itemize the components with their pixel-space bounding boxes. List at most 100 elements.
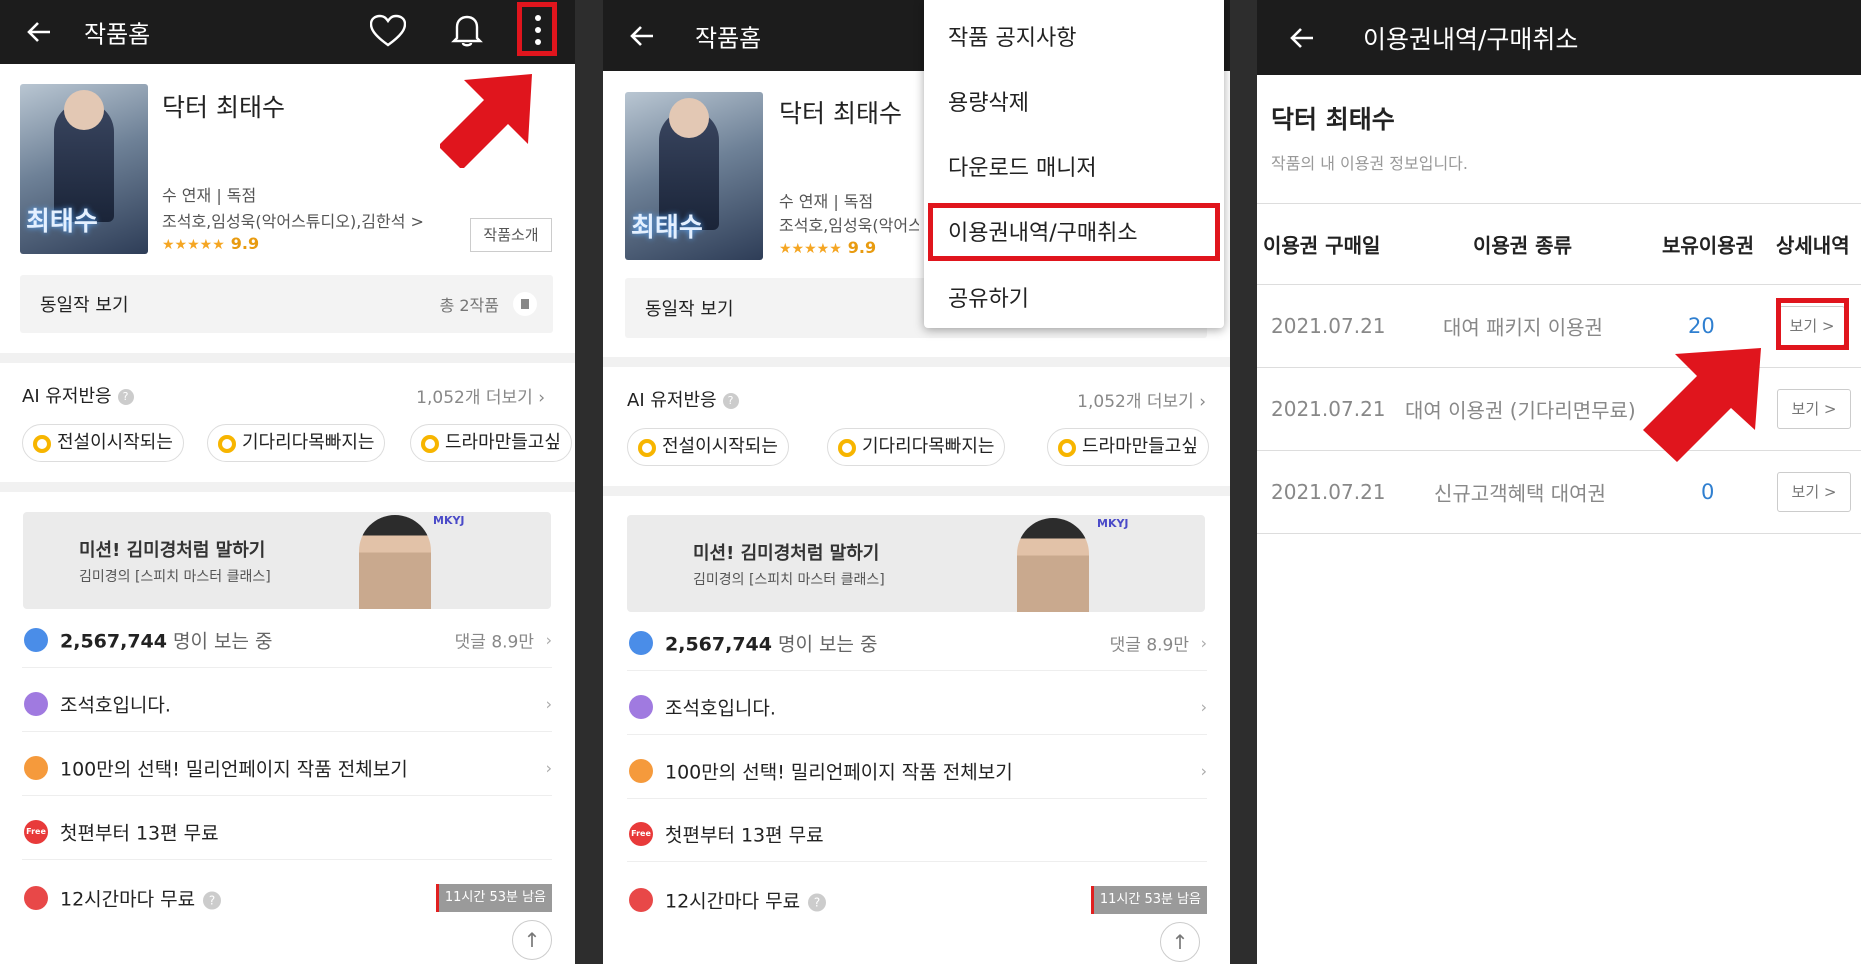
help-icon[interactable]: ? [117, 389, 134, 405]
same-works-count: 총 2작품 [439, 296, 499, 315]
timer-text: 12시간마다 무료 [60, 888, 196, 911]
back-arrow-icon[interactable] [1287, 23, 1317, 53]
heart-icon[interactable] [370, 14, 406, 48]
page-title: 작품홈 [695, 24, 762, 52]
reaction-chip[interactable]: 드라마만들고싶 [410, 424, 572, 462]
ad-banner[interactable]: 미션! 김미경처럼 말하기 김미경의 [스피치 마스터 클래스] MKYJ [23, 512, 551, 609]
reaction-chip[interactable]: 드라마만들고싶 [1047, 428, 1209, 466]
ticket-type: 대여 패키지 이용권 [1443, 315, 1603, 340]
viewers-count: 2,567,744 [60, 630, 167, 652]
page-title: 작품홈 [84, 20, 151, 49]
timer-row: 12시간마다 무료? 11시간 53분 남음 [627, 872, 1207, 928]
party-icon [629, 758, 653, 783]
divider [0, 353, 575, 363]
chevron-right-icon: › [1200, 633, 1207, 652]
free-row: Free 첫편부터 13편 무료 [627, 806, 1207, 862]
notice-row[interactable]: 조석호입니다. › [627, 679, 1207, 735]
same-works-label: 동일작 보기 [645, 299, 734, 320]
panel-work-home-menu: 작품홈 최태수 닥터 최태수 수 연재 | 독점 조석호,임성욱(악어스튜디오)… [603, 0, 1230, 964]
viewers-count: 2,567,744 [665, 633, 772, 655]
menu-item-download-manager[interactable]: 다운로드 매니저 [948, 150, 1097, 182]
highlight-box-view [1776, 298, 1849, 350]
timer-badge: 11시간 53분 남음 [435, 884, 552, 912]
timer-text: 12시간마다 무료 [665, 890, 801, 913]
chevron-right-icon: › [545, 630, 552, 649]
work-title: 닥터 최태수 [779, 99, 902, 128]
red-arrow-icon [1643, 348, 1761, 462]
bell-icon[interactable] [450, 12, 484, 48]
chevron-right-icon: › [545, 694, 552, 713]
chevron-right-icon: › [545, 758, 552, 777]
purchase-date: 2021.07.21 [1271, 397, 1386, 421]
top-bar: 이용권내역/구매취소 [1257, 0, 1861, 75]
ad-subtitle: 김미경의 [스피치 마스터 클래스] [693, 572, 885, 588]
reaction-chip[interactable]: 전설이시작되는 [22, 424, 184, 462]
star-icons: ★★★★★ [779, 241, 842, 257]
ad-title: 미션! 김미경처럼 말하기 [693, 543, 880, 564]
back-arrow-icon[interactable] [627, 21, 657, 51]
owned-tickets: 0 [1701, 480, 1715, 504]
cover-image[interactable]: 최태수 [625, 92, 763, 260]
column-header: 이용권 종류 [1473, 233, 1572, 258]
timer-badge: 11시간 53분 남음 [1090, 886, 1207, 914]
megaphone-icon [24, 691, 48, 716]
rating-value: 9.9 [230, 234, 260, 253]
help-icon[interactable]: ? [722, 393, 739, 409]
info-subtitle: 작품의 내 이용권 정보입니다. [1271, 154, 1468, 173]
notice-row[interactable]: 조석호입니다. › [22, 676, 552, 732]
ai-reaction-label: AI 유저반응 [627, 390, 717, 411]
divider [0, 482, 575, 492]
viewers-suffix: 명이 보는 중 [778, 633, 878, 655]
free-text: 첫편부터 13편 무료 [60, 822, 219, 844]
rating-stars: ★★★★★ 9.9 [162, 234, 259, 253]
help-icon[interactable]: ? [203, 891, 222, 909]
menu-item-notice[interactable]: 작품 공지사항 [948, 20, 1076, 52]
promo-row[interactable]: 100만의 선택! 밀리언페이지 작품 전체보기 › [627, 743, 1207, 799]
comments-count: 댓글 8.9만 [454, 632, 534, 652]
work-tags: 수 연재 | 독점 [779, 192, 874, 211]
work-authors[interactable]: 조석호,임성욱(악어스튜디오),김한석 > [162, 208, 424, 232]
viewers-row[interactable]: 2,567,744 명이 보는 중 댓글 8.9만 › [627, 615, 1207, 671]
chevron-right-icon: › [1200, 697, 1207, 716]
ad-subtitle: 김미경의 [스피치 마스터 클래스] [79, 569, 271, 585]
menu-item-share[interactable]: 공유하기 [948, 281, 1029, 313]
table-header: 이용권 구매일 이용권 종류 보유이용권 상세내역 [1257, 203, 1861, 285]
red-arrow-icon [440, 74, 532, 168]
rating-stars: ★★★★★ 9.9 [779, 238, 876, 257]
reaction-chip[interactable]: 기다리다목빠지는 [207, 424, 386, 462]
promo-row[interactable]: 100만의 선택! 밀리언페이지 작품 전체보기 › [22, 740, 552, 796]
highlight-box-more [517, 2, 557, 56]
clock-icon [629, 888, 653, 912]
work-title: 닥터 최태수 [162, 93, 285, 122]
ai-reaction-label: AI 유저반응 [22, 386, 112, 407]
intro-button[interactable]: 작품소개 [470, 218, 552, 252]
viewers-suffix: 명이 보는 중 [173, 630, 273, 652]
free-icon: Free [24, 819, 48, 844]
work-authors[interactable]: 조석호,임성욱(악어스튜디오),김한석 > [779, 212, 919, 236]
ad-banner[interactable]: 미션! 김미경처럼 말하기 김미경의 [스피치 마스터 클래스] MKYJ [627, 515, 1205, 612]
scroll-top-button[interactable]: ↑ [1160, 922, 1200, 962]
reaction-chip[interactable]: 기다리다목빠지는 [827, 428, 1006, 466]
view-detail-button[interactable]: 보기 > [1777, 389, 1851, 429]
same-works-bar[interactable]: 동일작 보기 총 2작품 [20, 275, 553, 333]
chat-icon [629, 630, 653, 655]
help-icon[interactable]: ? [808, 893, 827, 911]
cover-image[interactable]: 최태수 [20, 84, 148, 254]
comments-count: 댓글 8.9만 [1109, 635, 1189, 655]
reaction-chip[interactable]: 전설이시작되는 [627, 428, 789, 466]
scroll-top-button[interactable]: ↑ [512, 920, 552, 960]
ai-reaction-heading: AI 유저반응? [22, 382, 134, 408]
ad-logo: MKYJ [433, 514, 465, 527]
promo-text: 100만의 선택! 밀리언페이지 작품 전체보기 [60, 758, 408, 780]
viewers-row[interactable]: 2,567,744 명이 보는 중 댓글 8.9만 › [22, 612, 552, 668]
table-row: 2021.07.21 신규고객혜택 대여권 0 보기 > [1257, 451, 1861, 534]
view-detail-button[interactable]: 보기 > [1777, 472, 1851, 512]
ai-reaction-more[interactable]: 1,052개 더보기 › [416, 383, 545, 408]
ai-reaction-more[interactable]: 1,052개 더보기 › [1077, 387, 1206, 412]
free-row: Free 첫편부터 13편 무료 [22, 804, 552, 860]
top-bar: 작품홈 [0, 0, 575, 64]
menu-item-delete-storage[interactable]: 용량삭제 [948, 85, 1029, 117]
back-arrow-icon[interactable] [24, 17, 54, 47]
ad-title: 미션! 김미경처럼 말하기 [79, 540, 266, 561]
purchase-date: 2021.07.21 [1271, 480, 1386, 504]
